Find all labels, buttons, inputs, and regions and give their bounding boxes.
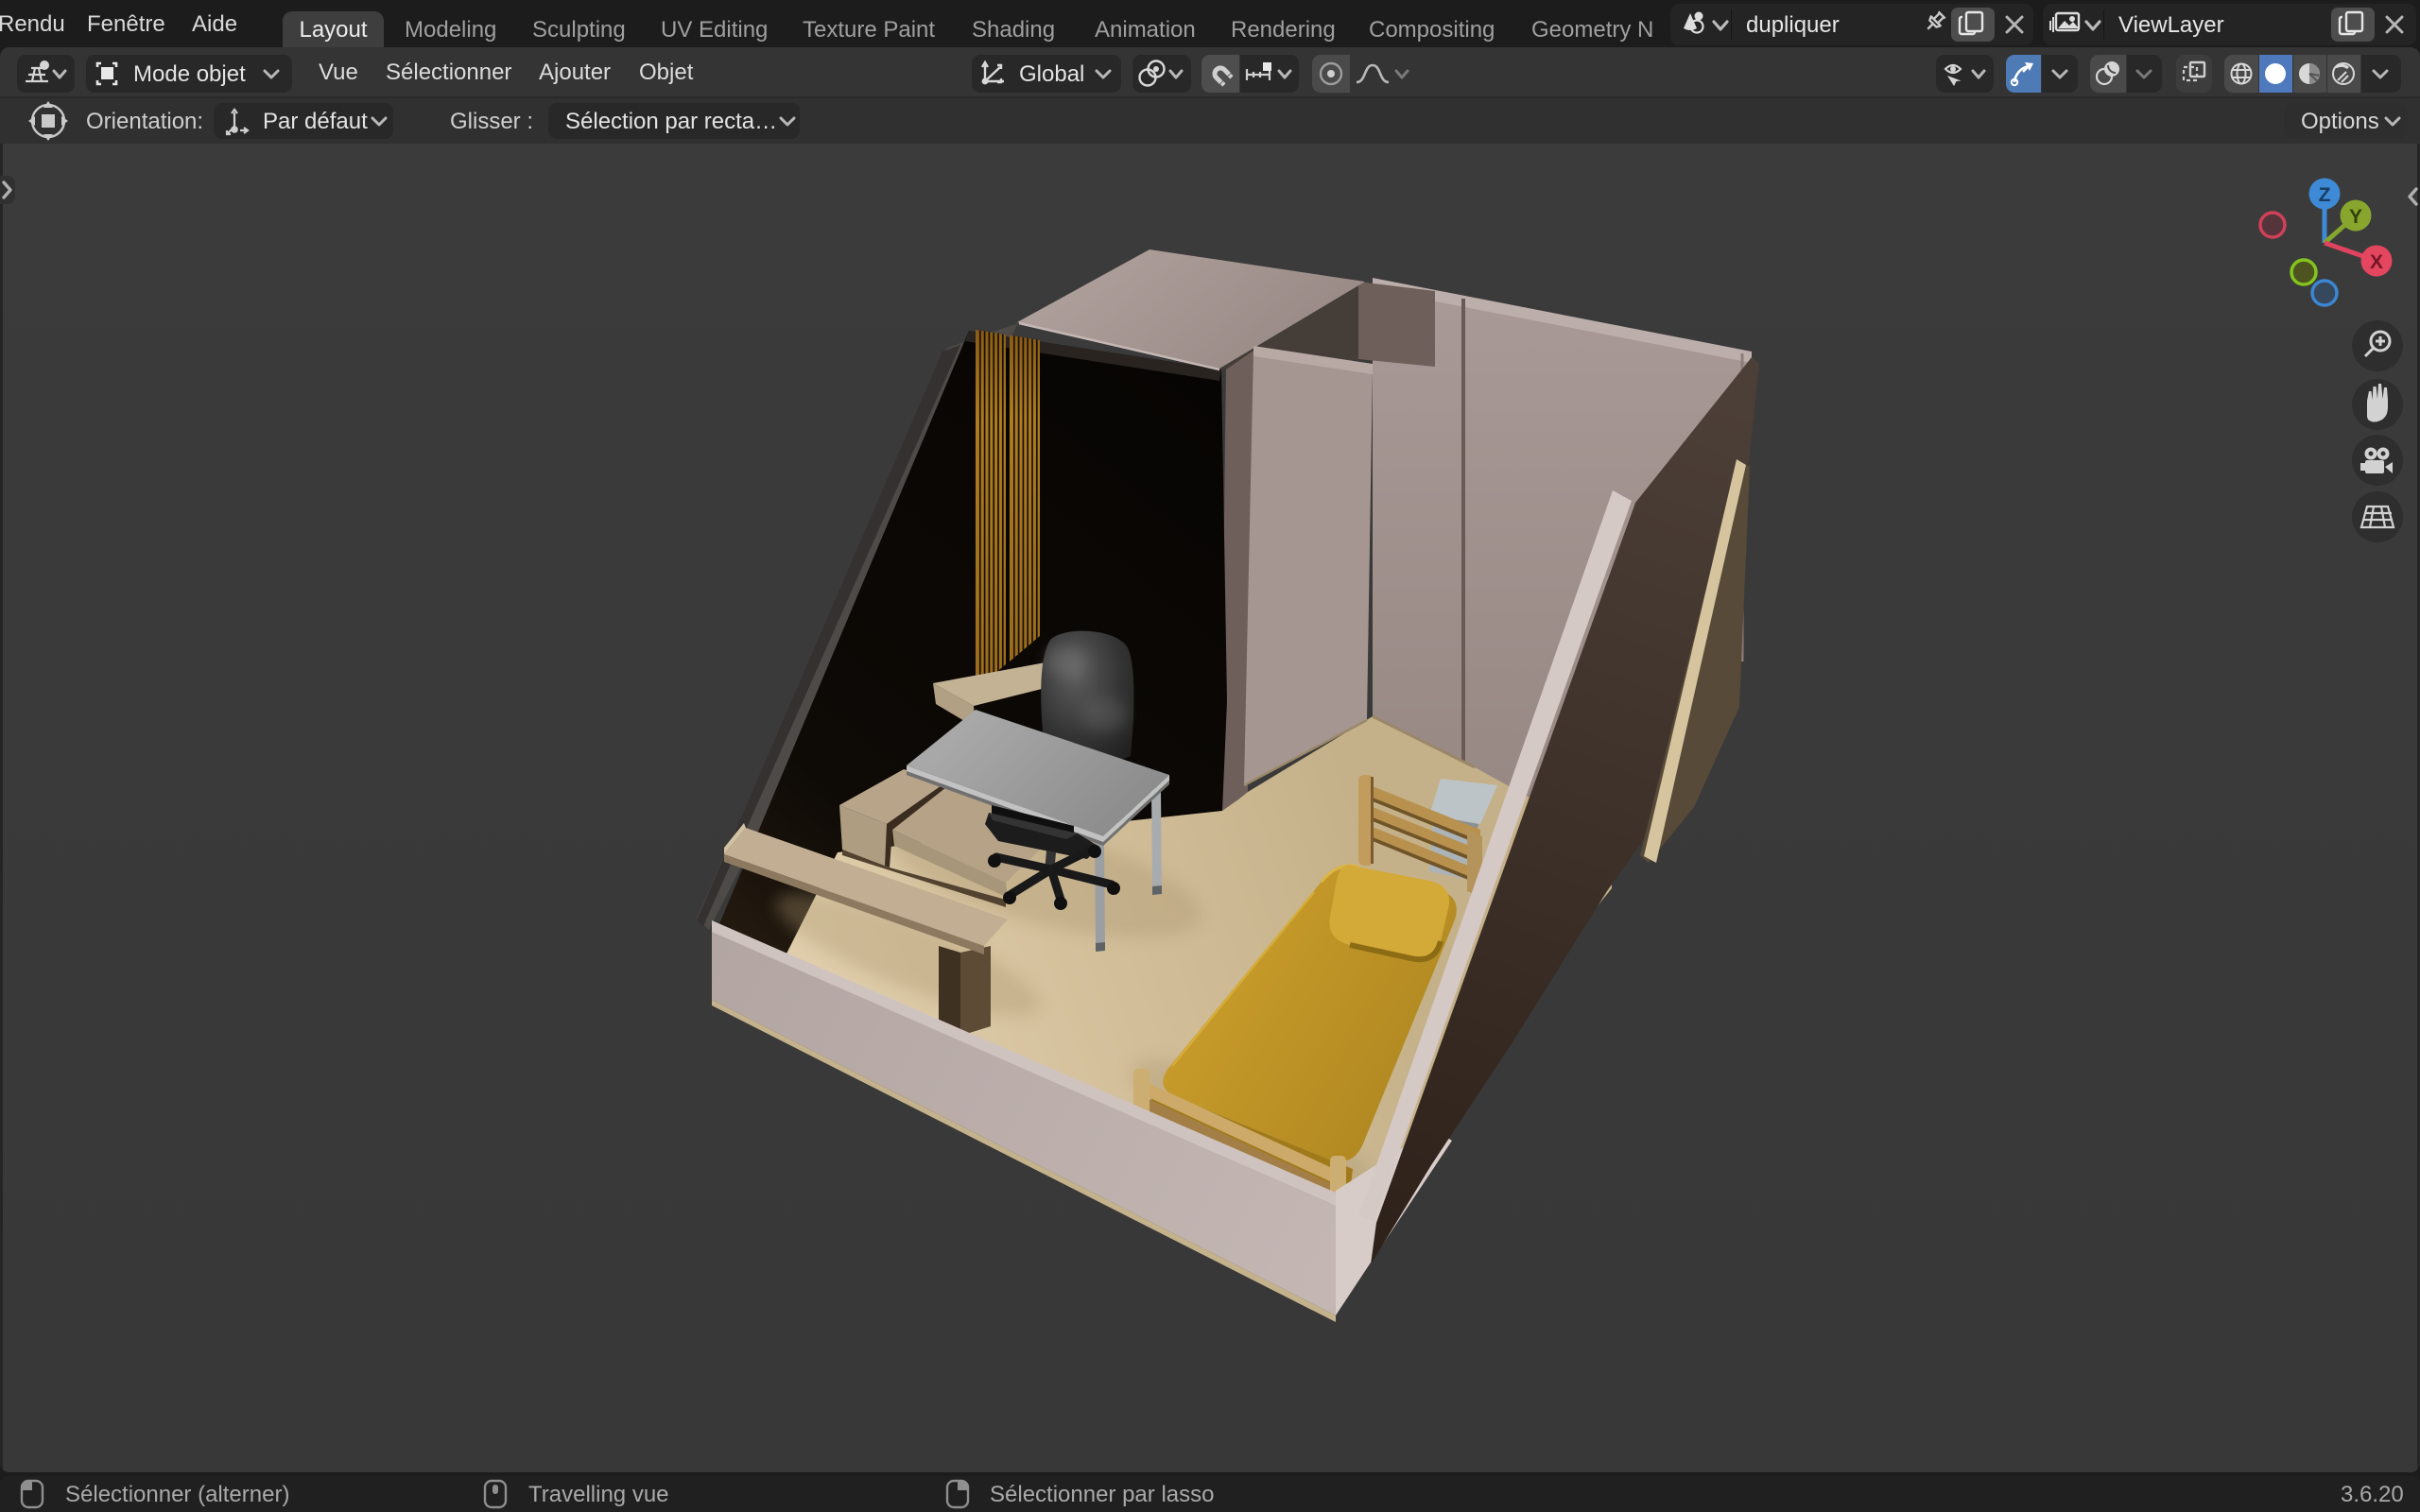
svg-text:Z: Z [2319,184,2331,206]
svg-text:X: X [2370,251,2383,273]
svg-text:Y: Y [2349,206,2362,228]
